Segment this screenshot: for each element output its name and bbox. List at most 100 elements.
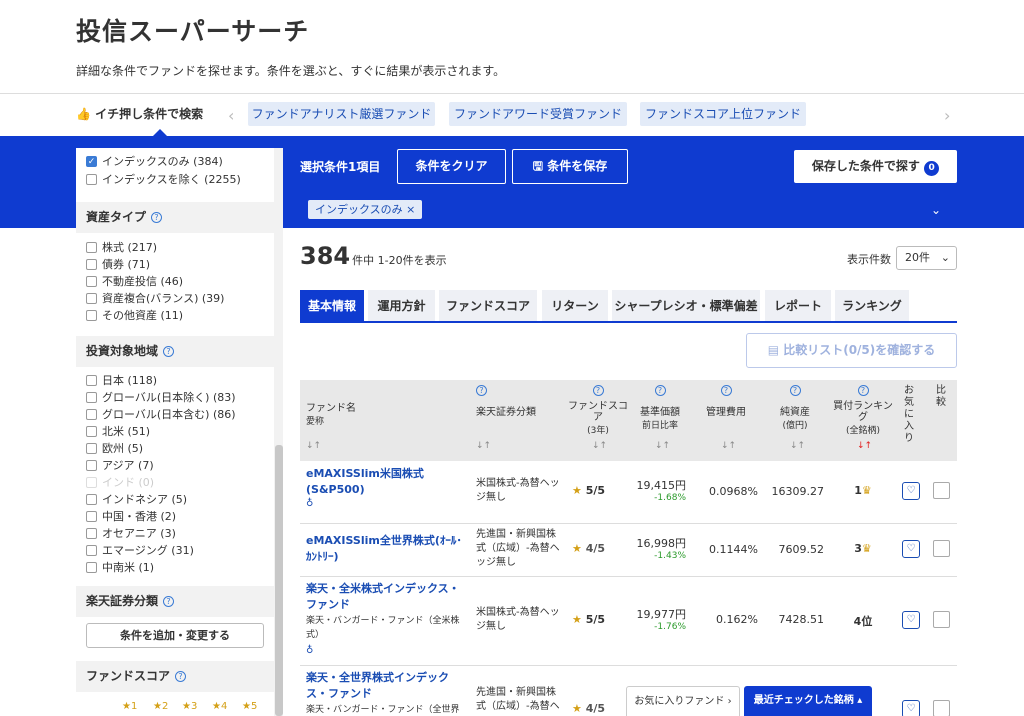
fund-name-link[interactable]: 楽天・全世界株式インデックス・ファンド (306, 670, 466, 702)
compare-checkbox[interactable] (933, 700, 950, 716)
region-checkbox[interactable]: オセアニア (3) (86, 526, 176, 540)
tab-basic[interactable]: 基本情報 (300, 290, 364, 322)
favorite-heart-button[interactable]: ♡ (902, 482, 920, 500)
compare-checkbox[interactable] (933, 540, 950, 557)
tab-fund-score[interactable]: ファンドスコア (439, 290, 537, 322)
sort-icon[interactable]: ↓↑ (306, 441, 321, 451)
caret-up-icon: ▴ (857, 695, 863, 706)
page-description: 詳細な条件でファンドを探せます。条件を選ぶと、すぐに結果が表示されます。 (76, 64, 506, 78)
tab-policy[interactable]: 運用方針 (368, 290, 435, 322)
help-icon[interactable]: ? (151, 212, 163, 223)
asset-checkbox[interactable]: 債券 (71) (86, 257, 150, 271)
compare-list-button[interactable]: ▤ 比較リスト(0/5)を確認する (746, 333, 957, 368)
index-only-checkbox[interactable]: ✓ インデックスのみ (384) (86, 154, 223, 168)
category-cell: 先進国・新興国株式（広域）-為替ヘッジ無し (476, 529, 560, 568)
fee-cell: 0.1144% (709, 543, 758, 556)
score-star-option[interactable]: ★1 (122, 701, 137, 712)
chevron-left-icon[interactable]: ‹ (228, 106, 234, 125)
assets-cell: 16309.27 (771, 485, 825, 498)
star-icon: ★ (572, 613, 582, 626)
region-checkbox[interactable]: グローバル(日本含む) (86) (86, 407, 236, 421)
region-checkbox[interactable]: グローバル(日本除く) (83) (86, 390, 236, 404)
clear-conditions-button[interactable]: 条件をクリア (397, 149, 506, 184)
asset-checkbox[interactable]: 不動産投信 (46) (86, 274, 183, 288)
region-checkbox[interactable]: エマージング (31) (86, 543, 194, 557)
tab-report[interactable]: レポート (765, 290, 831, 322)
crown-icon: ♛ (861, 484, 872, 497)
score-star-option[interactable]: ★2 (153, 701, 168, 712)
filter-tag-index-only[interactable]: インデックスのみ × (308, 200, 423, 219)
table-row: eMAXISSlim米国株式(S&P500) ♁ (306, 466, 466, 509)
col-fav-header: お気に入り (904, 385, 914, 444)
region-checkbox[interactable]: 中南米 (1) (86, 560, 154, 574)
asset-checkbox[interactable]: その他資産 (11) (86, 308, 183, 322)
quick-chip-score[interactable]: ファンドスコア上位ファンド (640, 102, 806, 126)
favorite-funds-button[interactable]: お気に入りファンド › (626, 686, 740, 716)
chevron-right-icon[interactable]: › (944, 106, 950, 125)
region-checkbox[interactable]: 中国・香港 (2) (86, 509, 176, 523)
sort-icon[interactable]: ↓↑ (790, 441, 805, 451)
score-star-option[interactable]: ★4 (212, 701, 227, 712)
checkmark-icon: ✓ (86, 155, 97, 167)
asset-checkbox[interactable]: 資産複合(バランス) (39) (86, 291, 224, 305)
score-star-option[interactable]: ★3 (182, 701, 197, 712)
category-cell: 米国株式-為替ヘッジ無し (476, 478, 560, 503)
favorite-heart-button[interactable]: ♡ (902, 700, 920, 716)
table-row: eMAXISSlim全世界株式(ｵｰﾙ･ｶﾝﾄﾘｰ) (306, 533, 466, 565)
favorite-heart-button[interactable]: ♡ (902, 611, 920, 629)
asset-checkbox[interactable]: 株式 (217) (86, 240, 157, 254)
quick-chip-award[interactable]: ファンドアワード受賞ファンド (449, 102, 627, 126)
tab-return[interactable]: リターン (542, 290, 608, 322)
help-icon[interactable]: ? (789, 385, 801, 396)
sort-icon[interactable]: ↓↑ (655, 441, 670, 451)
recent-checked-button[interactable]: 最近チェックした銘柄 ▴ (744, 686, 872, 716)
save-icon: 🖫 (532, 159, 548, 173)
favorite-heart-button[interactable]: ♡ (902, 540, 920, 558)
tab-ranking[interactable]: ランキング (835, 290, 909, 322)
region-checkbox[interactable]: 北米 (51) (86, 424, 150, 438)
rank-cell: 3♛ (854, 542, 872, 555)
thumbs-up-icon: 👍 (76, 107, 91, 121)
help-icon[interactable]: ? (163, 346, 175, 357)
col-fee-header: ? 管理費用 (706, 385, 746, 418)
help-icon[interactable]: ? (476, 385, 487, 396)
score-star-option[interactable]: ★5 (242, 701, 257, 712)
fund-name-link[interactable]: eMAXISSlim米国株式(S&P500) (306, 466, 466, 498)
nav-cell: 16,998円 -1.43% (636, 537, 687, 561)
help-icon[interactable]: ? (857, 385, 869, 396)
col-compare-header: 比較 (936, 385, 946, 408)
add-condition-button[interactable]: 条件を追加・変更する (86, 623, 264, 648)
compare-checkbox[interactable] (933, 611, 950, 628)
sort-icon[interactable]: ↓↑ (476, 441, 491, 451)
fund-name-link[interactable]: 楽天・全米株式インデックス・ファンド (306, 581, 466, 613)
sidebar-scrollbar[interactable] (275, 445, 283, 716)
col-nav-header: ? 基準価額 前日比率 (640, 385, 680, 431)
region-checkbox[interactable]: インドネシア (5) (86, 492, 187, 506)
per-page-select[interactable]: 20件 ⌄ (896, 246, 957, 270)
region-checkbox[interactable]: アジア (7) (86, 458, 154, 472)
region-checkbox[interactable]: 欧州 (5) (86, 441, 143, 455)
help-icon[interactable]: ? (654, 385, 666, 396)
search-saved-button[interactable]: 保存した条件で探す 0 (794, 150, 957, 183)
fund-name-link[interactable]: eMAXISSlim全世界株式(ｵｰﾙ･ｶﾝﾄﾘｰ) (306, 533, 466, 565)
sort-icon[interactable]: ↓↑ (721, 441, 736, 451)
quick-chip-analyst[interactable]: ファンドアナリスト厳選ファンド (248, 102, 435, 126)
quick-search-label: 👍 イチ押し条件で検索 (76, 107, 204, 121)
sort-icon[interactable]: ↓↑ (857, 441, 872, 451)
chevron-down-icon[interactable]: ⌄ (931, 203, 941, 217)
help-icon[interactable]: ? (720, 385, 732, 396)
index-exclude-checkbox[interactable]: インデックスを除く (2255) (86, 172, 241, 186)
sort-icon[interactable]: ↓↑ (592, 441, 607, 451)
tab-sharpe[interactable]: シャープレシオ・標準偏差 (612, 290, 760, 322)
row-divider (300, 665, 957, 666)
help-icon[interactable]: ? (175, 671, 187, 682)
region-checkbox-disabled: インド (0) (86, 475, 154, 489)
rank-cell: 1♛ (854, 484, 872, 497)
help-icon[interactable]: ? (592, 385, 604, 396)
help-icon[interactable]: ? (163, 596, 175, 607)
compare-checkbox[interactable] (933, 482, 950, 499)
region-checkbox[interactable]: 日本 (118) (86, 373, 157, 387)
nav-cell: 19,977円 -1.76% (636, 608, 687, 632)
col-assets-header: ? 純資産 (億円) (780, 385, 810, 431)
save-conditions-button[interactable]: 🖫 条件を保存 (512, 149, 628, 184)
